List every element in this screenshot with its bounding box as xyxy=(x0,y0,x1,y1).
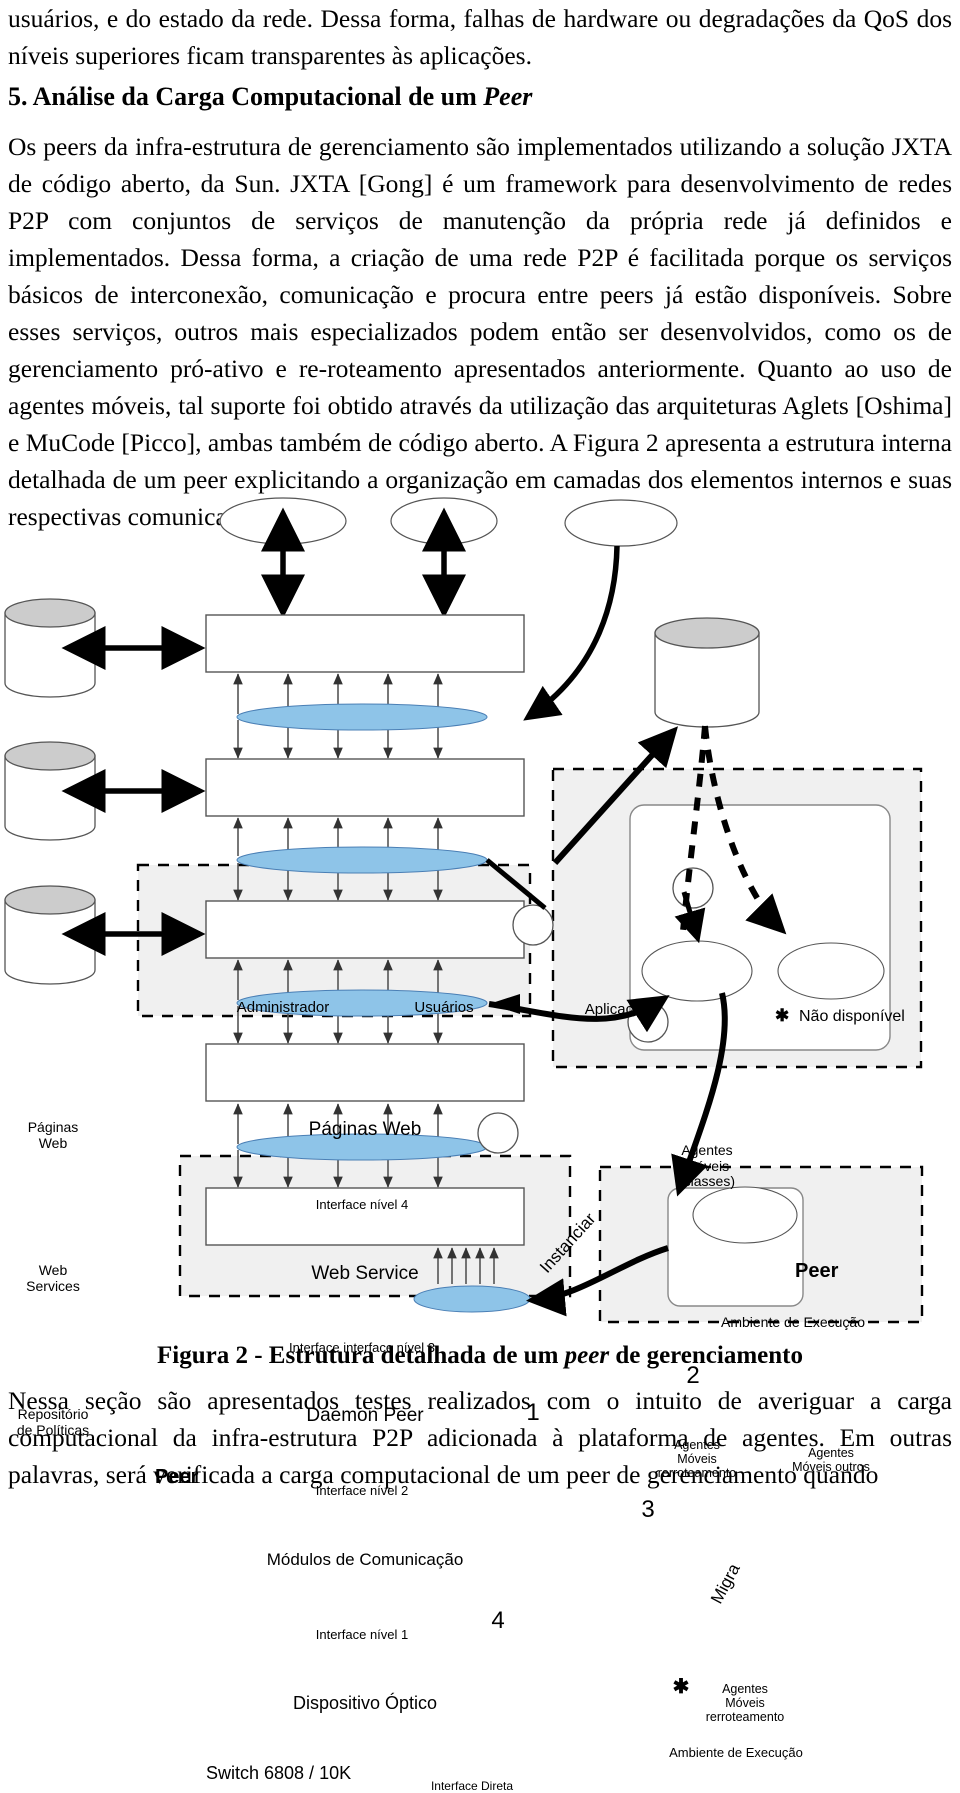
layer-box-web-service xyxy=(205,758,525,817)
figure-caption: Figura 2 - Estrutura detalhada de um pee… xyxy=(8,1342,952,1370)
agent-label-remote-rerroteamento: Agentes Móveis rerroteamento xyxy=(705,1682,785,1724)
edge-label-migra: Migra xyxy=(707,1560,744,1607)
step-label-4: 4 xyxy=(491,1607,505,1634)
body-paragraph: Os peers da infra-estrutura de gerenciam… xyxy=(8,132,952,531)
datastore-paginas-web xyxy=(4,598,96,698)
step-marker-1 xyxy=(512,904,554,946)
actor-usuarios xyxy=(390,497,498,545)
interface-label-direta: Interface Direta xyxy=(430,1779,514,1793)
step-marker-2 xyxy=(672,867,714,909)
section-title-text: Análise da Carga Computacional de um xyxy=(32,82,484,111)
agent-ellipse-remote-rerroteamento xyxy=(692,1186,798,1244)
caption-suffix: de gerenciamento xyxy=(609,1342,803,1369)
asterisk-marker-remote: ✱ xyxy=(672,1676,690,1698)
datastore-web-services xyxy=(4,741,96,841)
closing-paragraph: Nessa seção são apresentados testes real… xyxy=(8,1386,952,1489)
zone-label-switch: Switch 6808 / 10K xyxy=(206,1763,352,1783)
interface-label-level1: Interface nível 1 xyxy=(315,1627,409,1642)
interface-ellipse-level2 xyxy=(236,989,488,1017)
exec-env-label-remote: Ambiente de Execução xyxy=(669,1745,803,1760)
arrow-aplicacoes-interface4 xyxy=(523,545,620,721)
interface-ellipse-level4 xyxy=(236,703,488,731)
actor-administrador xyxy=(219,497,347,545)
interface-ellipse-level1 xyxy=(236,1133,488,1161)
datastore-agentes-moveis-classes xyxy=(654,617,760,728)
step-label-3: 3 xyxy=(641,1496,655,1523)
diagram-canvas xyxy=(4,497,924,1324)
actor-aplicacoes xyxy=(564,499,678,547)
layer-label-modulos-comunicacao: Módulos de Comunicação xyxy=(266,1550,464,1569)
exec-env-box-local xyxy=(629,804,891,1051)
layer-label-dispositivo-optico: Dispositivo Óptico xyxy=(292,1693,438,1713)
agent-ellipse-outros xyxy=(777,942,885,1000)
layer-box-daemon-peer xyxy=(205,900,525,959)
datastore-repositorio-politicas xyxy=(4,885,96,985)
layer-box-paginas-web xyxy=(205,614,525,673)
intro-paragraph: usuários, e do estado da rede. Dessa for… xyxy=(8,4,952,70)
section-number: 5. xyxy=(8,82,28,111)
interface-ellipse-direta xyxy=(413,1285,531,1313)
section-heading: 5. Análise da Carga Computacional de um … xyxy=(8,78,952,115)
step-marker-4 xyxy=(477,1112,519,1154)
layer-box-dispositivo-optico xyxy=(205,1187,525,1246)
caption-italic: peer xyxy=(564,1342,610,1369)
caption-prefix: Figura 2 - Estrutura detalhada de um xyxy=(156,1342,565,1369)
interface-ellipse-level3 xyxy=(236,846,488,874)
figure-2-diagram: Administrador Usuários Aplicações ✱ Não … xyxy=(0,488,960,1793)
section-title-italic: Peer xyxy=(483,82,533,111)
layer-box-modulos-comunicacao xyxy=(205,1043,525,1102)
agent-ellipse-rerroteamento xyxy=(641,940,753,1002)
